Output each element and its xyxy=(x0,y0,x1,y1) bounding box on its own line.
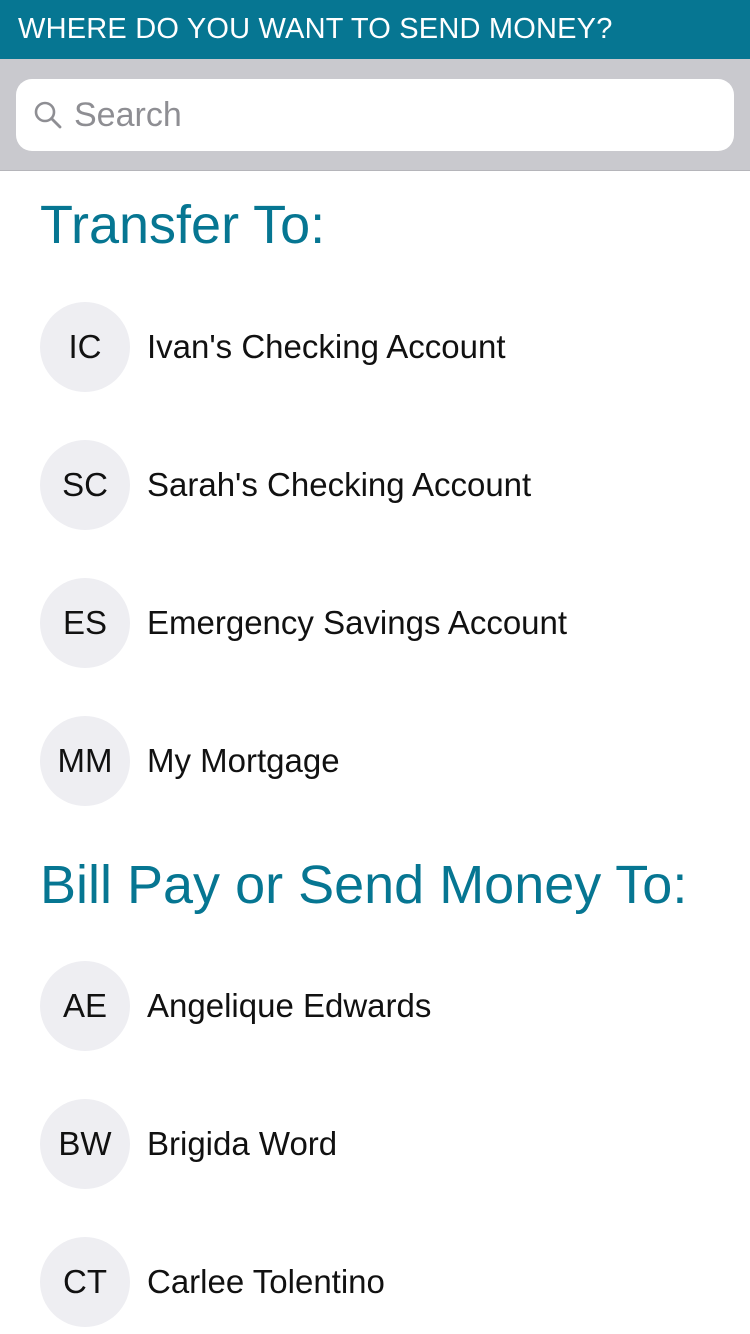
avatar: BW xyxy=(40,1099,130,1189)
search-icon xyxy=(32,99,64,131)
transfer-item-ivans-checking[interactable]: IC Ivan's Checking Account xyxy=(40,302,720,392)
transfer-item-label: Ivan's Checking Account xyxy=(147,328,506,365)
billpay-section-title: Bill Pay or Send Money To: xyxy=(40,855,688,915)
transfer-section-title: Transfer To: xyxy=(40,195,326,255)
avatar: CT xyxy=(40,1237,130,1327)
transfer-item-label: Sarah's Checking Account xyxy=(147,466,532,503)
payee-item-label: Angelique Edwards xyxy=(147,987,432,1024)
header-title: WHERE DO YOU WANT TO SEND MONEY? xyxy=(18,13,613,45)
payee-item-label: Brigida Word xyxy=(147,1125,338,1162)
payee-item-label: Carlee Tolentino xyxy=(147,1263,385,1300)
page-header: WHERE DO YOU WANT TO SEND MONEY? xyxy=(0,0,750,59)
transfer-item-sarahs-checking[interactable]: SC Sarah's Checking Account xyxy=(40,440,720,530)
search-field[interactable] xyxy=(16,79,734,151)
transfer-item-emergency-savings[interactable]: ES Emergency Savings Account xyxy=(40,578,720,668)
payee-item-carlee-tolentino[interactable]: CT Carlee Tolentino xyxy=(40,1237,720,1327)
transfer-item-my-mortgage[interactable]: MM My Mortgage xyxy=(40,716,720,806)
search-input[interactable] xyxy=(74,85,694,145)
avatar: ES xyxy=(40,578,130,668)
payee-item-angelique-edwards[interactable]: AE Angelique Edwards xyxy=(40,961,720,1051)
payee-item-brigida-word[interactable]: BW Brigida Word xyxy=(40,1099,720,1189)
avatar: IC xyxy=(40,302,130,392)
transfer-item-label: Emergency Savings Account xyxy=(147,604,568,641)
avatar: MM xyxy=(40,716,130,806)
avatar: SC xyxy=(40,440,130,530)
avatar: AE xyxy=(40,961,130,1051)
transfer-item-label: My Mortgage xyxy=(147,742,340,779)
search-bar xyxy=(0,59,750,171)
